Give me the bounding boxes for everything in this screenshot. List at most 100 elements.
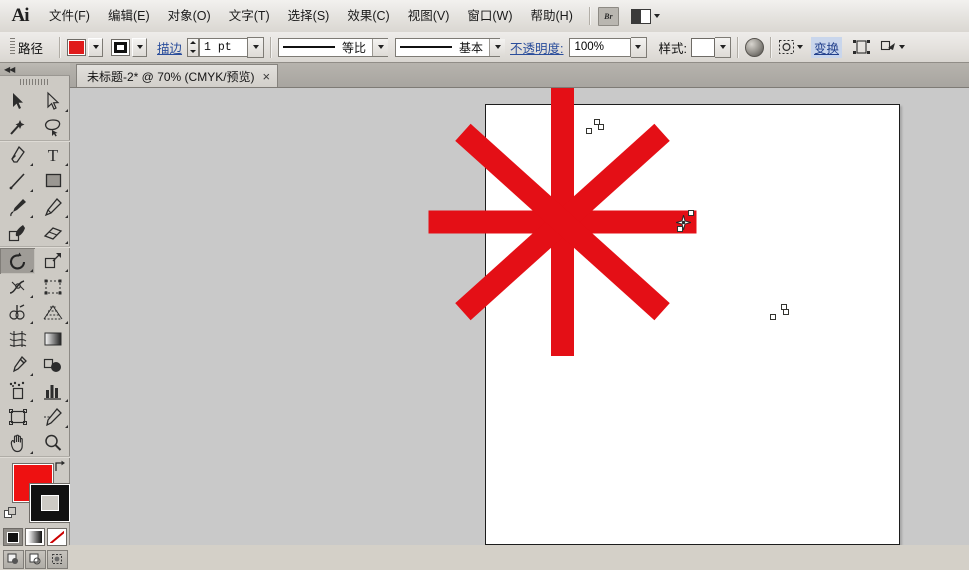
none-mode-button[interactable] bbox=[47, 528, 67, 546]
tool-mesh[interactable] bbox=[0, 326, 35, 352]
drawing-mode-inside-button[interactable] bbox=[46, 549, 68, 569]
menu-window[interactable]: 窗口(W) bbox=[458, 5, 521, 27]
pen-tool-icon bbox=[10, 145, 25, 163]
fill-color-control[interactable] bbox=[67, 37, 104, 57]
tool-hand[interactable] bbox=[0, 430, 35, 456]
anchor-handle[interactable] bbox=[586, 128, 592, 134]
opacity-input[interactable]: 100% bbox=[568, 37, 631, 57]
menu-select[interactable]: 选择(S) bbox=[279, 5, 339, 27]
rotate-tool-icon bbox=[9, 252, 25, 270]
tool-shape-builder[interactable] bbox=[0, 300, 35, 326]
color-mode-button[interactable] bbox=[3, 528, 23, 546]
tool-magic-wand[interactable] bbox=[0, 114, 35, 140]
close-icon[interactable]: × bbox=[263, 70, 271, 83]
swap-fill-stroke-icon[interactable] bbox=[53, 460, 66, 473]
control-bar-grip[interactable] bbox=[6, 36, 18, 58]
tool-pen[interactable] bbox=[0, 142, 35, 168]
tool-symbol-sprayer[interactable] bbox=[0, 378, 35, 404]
bridge-icon[interactable]: Br bbox=[597, 6, 619, 26]
drawing-mode-buttons bbox=[0, 548, 70, 570]
menu-file[interactable]: 文件(F) bbox=[40, 5, 99, 27]
graphic-style-swatch[interactable] bbox=[691, 37, 715, 57]
tool-perspective-grid[interactable] bbox=[35, 300, 70, 326]
tool-pencil[interactable] bbox=[35, 194, 70, 220]
transform-button[interactable]: 变换 bbox=[811, 36, 843, 58]
stroke-profile-dropdown[interactable]: 等比 bbox=[278, 37, 389, 57]
menu-type[interactable]: 文字(T) bbox=[220, 5, 279, 27]
document-tab[interactable]: 未标题-2* @ 70% (CMYK/预览) × bbox=[76, 64, 279, 87]
stroke-weight-input[interactable]: 1 pt bbox=[199, 37, 248, 57]
tool-lasso[interactable] bbox=[35, 114, 70, 140]
tool-zoom[interactable] bbox=[35, 430, 70, 456]
tools-panel-grip[interactable] bbox=[0, 76, 69, 88]
arrange-grid-icon bbox=[630, 8, 651, 24]
align-icon[interactable] bbox=[852, 39, 871, 55]
anchor-handle[interactable] bbox=[770, 314, 776, 320]
stroke-color-dropdown[interactable] bbox=[132, 37, 148, 57]
stroke-weight-control[interactable]: 1 pt bbox=[187, 36, 265, 58]
tool-line-segment[interactable] bbox=[0, 168, 35, 194]
drawing-mode-behind-button[interactable] bbox=[24, 549, 46, 569]
tool-blob-brush[interactable] bbox=[0, 220, 35, 246]
shape-options-button[interactable] bbox=[880, 39, 906, 55]
menu-effect[interactable]: 效果(C) bbox=[338, 5, 398, 27]
tool-artboard[interactable] bbox=[0, 404, 35, 430]
document-tab-bar: 未标题-2* @ 70% (CMYK/预览) × bbox=[70, 63, 969, 88]
collapse-panel-icon[interactable]: ◀◀ bbox=[4, 65, 15, 74]
document-canvas[interactable] bbox=[70, 88, 969, 545]
arrange-documents-button[interactable] bbox=[630, 8, 660, 24]
draw-behind-icon bbox=[29, 553, 40, 565]
menu-view[interactable]: 视图(V) bbox=[399, 5, 459, 27]
menu-help[interactable]: 帮助(H) bbox=[522, 5, 582, 27]
tool-direct-selection[interactable] bbox=[35, 88, 70, 114]
scale-tool-icon bbox=[44, 253, 61, 269]
tool-type[interactable]: T bbox=[35, 142, 70, 168]
illustrator-window: Ai 文件(F) 编辑(E) 对象(O) 文字(T) 选择(S) 效果(C) 视… bbox=[0, 0, 969, 569]
isolate-group-button[interactable] bbox=[778, 39, 803, 55]
brush-definition-dropdown[interactable]: 基本 bbox=[395, 37, 506, 57]
blob-brush-tool-icon bbox=[8, 225, 25, 242]
chevron-down-icon[interactable] bbox=[489, 38, 506, 56]
stroke-weight-stepper[interactable] bbox=[187, 37, 200, 57]
tool-selection[interactable] bbox=[0, 88, 35, 114]
anchor-handle[interactable] bbox=[598, 124, 604, 130]
stroke-weight-dropdown[interactable] bbox=[247, 36, 265, 58]
tool-free-transform[interactable] bbox=[35, 274, 70, 300]
tool-eyedropper[interactable] bbox=[0, 352, 35, 378]
style-label: 样式: bbox=[658, 41, 687, 56]
tool-rectangle[interactable] bbox=[35, 168, 70, 194]
stroke-color-control[interactable] bbox=[111, 37, 148, 57]
tool-width[interactable] bbox=[0, 274, 35, 300]
fill-color-dropdown[interactable] bbox=[88, 37, 104, 57]
fill-color-swatch[interactable] bbox=[67, 38, 87, 56]
drawing-mode-normal-button[interactable] bbox=[2, 549, 24, 569]
menu-edit[interactable]: 编辑(E) bbox=[99, 5, 159, 27]
menu-object[interactable]: 对象(O) bbox=[159, 5, 220, 27]
stroke-color-swatch[interactable] bbox=[111, 38, 131, 56]
free-transform-tool-icon bbox=[44, 279, 61, 295]
rotation-origin-icon[interactable] bbox=[676, 215, 691, 230]
document-setup-icon[interactable] bbox=[745, 37, 764, 57]
toolbar-stroke-swatch[interactable] bbox=[29, 483, 71, 523]
gradient-mode-button[interactable] bbox=[25, 528, 45, 546]
tool-rotate[interactable] bbox=[0, 248, 35, 274]
opacity-control[interactable]: 100% bbox=[568, 36, 647, 58]
opacity-dropdown[interactable] bbox=[630, 36, 647, 58]
tool-paintbrush[interactable] bbox=[0, 194, 35, 220]
mesh-tool-icon bbox=[9, 331, 26, 347]
tool-scale[interactable] bbox=[35, 248, 70, 274]
stroke-weight-label[interactable]: 描边 bbox=[157, 38, 182, 57]
tool-gradient[interactable] bbox=[35, 326, 70, 352]
tools-panel-header[interactable]: ◀◀ bbox=[0, 63, 70, 76]
tool-slice[interactable] bbox=[35, 404, 70, 430]
chevron-down-icon[interactable] bbox=[372, 38, 389, 56]
tool-eraser[interactable] bbox=[35, 220, 70, 246]
graphic-style-control[interactable] bbox=[691, 36, 731, 58]
anchor-handle[interactable] bbox=[783, 309, 789, 315]
tool-column-graph[interactable] bbox=[35, 378, 70, 404]
graphic-style-dropdown[interactable] bbox=[715, 36, 731, 58]
slice-tool-icon bbox=[43, 408, 62, 427]
tool-blend[interactable] bbox=[35, 352, 70, 378]
opacity-label[interactable]: 不透明度: bbox=[510, 38, 563, 57]
default-fill-stroke-icon[interactable] bbox=[4, 507, 17, 520]
